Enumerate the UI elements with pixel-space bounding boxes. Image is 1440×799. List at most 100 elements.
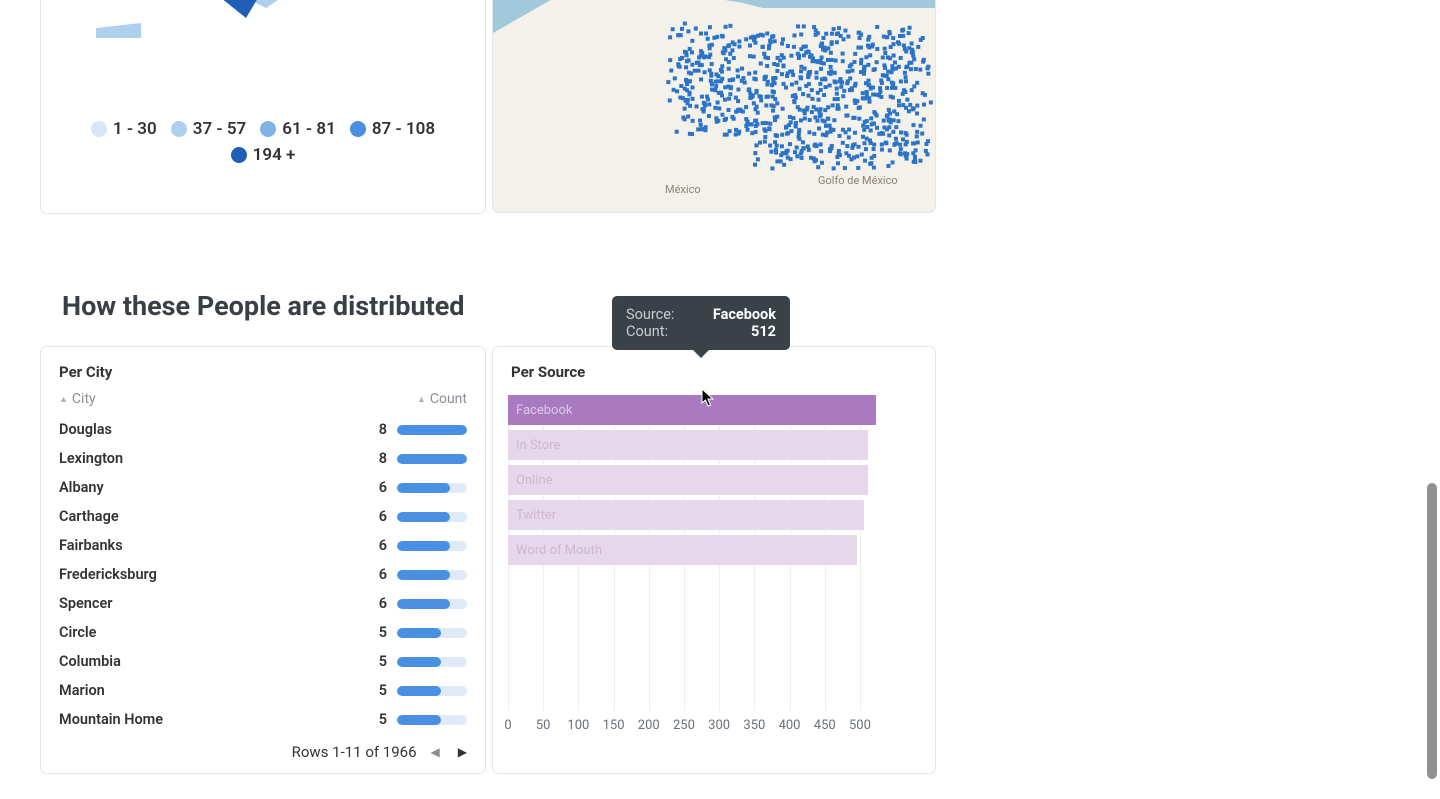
source-bar[interactable]: In Store [508,430,868,460]
table-row[interactable]: Albany 6 [41,473,485,502]
x-tick-label: 0 [504,718,511,733]
legend-label: 87 - 108 [372,119,435,139]
count-bar [397,628,467,638]
x-tick-label: 50 [536,718,551,733]
legend-item[interactable]: 194 + [231,145,296,165]
city-cell: Douglas [59,421,112,438]
per-city-card: Per City ▲ City ▲ Count Douglas8Lexingto… [40,346,486,774]
legend-swatch [350,121,366,137]
column-header-count[interactable]: ▲ Count [417,391,467,407]
city-cell: Albany [59,479,104,496]
pager-next-button[interactable]: ▶ [454,743,471,761]
count-bar [397,454,467,464]
x-tick-label: 250 [673,718,695,733]
count-cell: 6 [373,566,387,583]
legend-item[interactable]: 87 - 108 [350,119,435,139]
mouse-cursor-icon [701,388,715,408]
per-city-title: Per City [41,347,485,391]
legend-label: 1 - 30 [113,119,157,139]
sort-caret-icon: ▲ [59,394,68,405]
x-tick-label: 500 [849,718,871,733]
column-header-label: City [72,391,96,407]
scrollbar-thumb[interactable] [1427,483,1437,779]
count-cell: 5 [373,711,387,728]
count-bar [397,657,467,667]
table-row[interactable]: Fredericksburg 6 [41,560,485,589]
count-bar [397,483,467,493]
city-cell: Mountain Home [59,711,163,728]
pager-prev-button[interactable]: ◀ [427,743,444,761]
legend-item[interactable]: 61 - 81 [260,119,336,139]
city-cell: Fairbanks [59,537,123,554]
legend-swatch [91,121,107,137]
x-tick-label: 300 [708,718,730,733]
table-row[interactable]: Spencer 6 [41,589,485,618]
usa-choropleth-map[interactable] [86,0,446,38]
map-label-mexico: México [665,183,701,196]
tooltip-source-value: Facebook [713,306,776,323]
count-cell: 5 [373,653,387,670]
source-bar[interactable]: Online [508,465,868,495]
count-cell: 5 [373,624,387,641]
x-tick-label: 200 [638,718,660,733]
count-cell: 6 [373,508,387,525]
pager-text: Rows 1-11 of 1966 [292,743,417,761]
table-row[interactable]: Circle5 [41,618,485,647]
column-header-label: Count [430,391,467,407]
city-cell: Columbia [59,653,121,670]
source-bar[interactable]: Twitter [508,500,864,530]
map-label-gulf: Golfo de México [818,174,898,187]
x-tick-label: 400 [779,718,801,733]
scatter-map[interactable]: México Golfo de México [493,0,935,212]
count-bar [397,425,467,435]
column-header-city[interactable]: ▲ City [59,391,96,407]
city-cell: Marion [59,682,105,699]
table-row[interactable]: Carthage 6 [41,502,485,531]
source-bar[interactable]: Facebook [508,395,876,425]
legend-swatch [171,121,187,137]
count-bar [397,512,467,522]
count-cell: 6 [373,479,387,496]
source-bar-chart[interactable]: 050100150200250300350400450500FacebookIn… [508,395,920,733]
tooltip-source-label: Source: [626,306,674,323]
legend-item[interactable]: 37 - 57 [171,119,247,139]
count-cell: 8 [373,421,387,438]
table-row[interactable]: Marion 5 [41,676,485,705]
count-bar [397,715,467,725]
legend-label: 37 - 57 [193,119,247,139]
count-bar [397,599,467,609]
tooltip-count-value: 512 [751,323,776,340]
count-cell: 6 [373,537,387,554]
x-tick-label: 450 [814,718,836,733]
table-row[interactable]: Mountain Home 5 [41,705,485,734]
table-pager: Rows 1-11 of 1966 ◀ ▶ [292,743,471,761]
table-row[interactable]: Fairbanks 6 [41,531,485,560]
per-source-title: Per Source [493,347,935,391]
table-row[interactable]: Columbia 5 [41,647,485,676]
per-source-card: Per Source 0 50 100 150 200 250 300 350 400 450 50… [492,346,936,774]
sort-caret-icon: ▲ [417,394,426,405]
point-map-card[interactable]: México Golfo de México [492,0,936,213]
count-cell: 8 [373,450,387,467]
legend-item[interactable]: 1 - 30 [91,119,157,139]
count-cell: 6 [373,595,387,612]
x-tick-label: 350 [743,718,765,733]
x-tick-label: 150 [603,718,625,733]
source-bar[interactable]: Word of Mouth [508,535,857,565]
city-cell: Spencer [59,595,113,612]
count-bar [397,541,467,551]
city-cell: Lexington [59,450,123,467]
table-row[interactable]: Lexington 8 [41,444,485,473]
count-cell: 5 [373,682,387,699]
count-bar [397,570,467,580]
x-tick-label: 100 [567,718,589,733]
tooltip-count-label: Count: [626,323,668,340]
legend-swatch [260,121,276,137]
legend-swatch [231,147,247,163]
city-cell: Carthage [59,508,119,525]
choropleth-map-card[interactable]: 1 - 30 37 - 57 61 - 81 87 - 108 194 + [40,0,486,214]
chart-tooltip: Source: Facebook Count: 512 [612,296,790,350]
table-row[interactable]: Douglas 8 [41,415,485,444]
city-cell: Fredericksburg [59,566,157,583]
legend-label: 194 + [253,145,296,165]
